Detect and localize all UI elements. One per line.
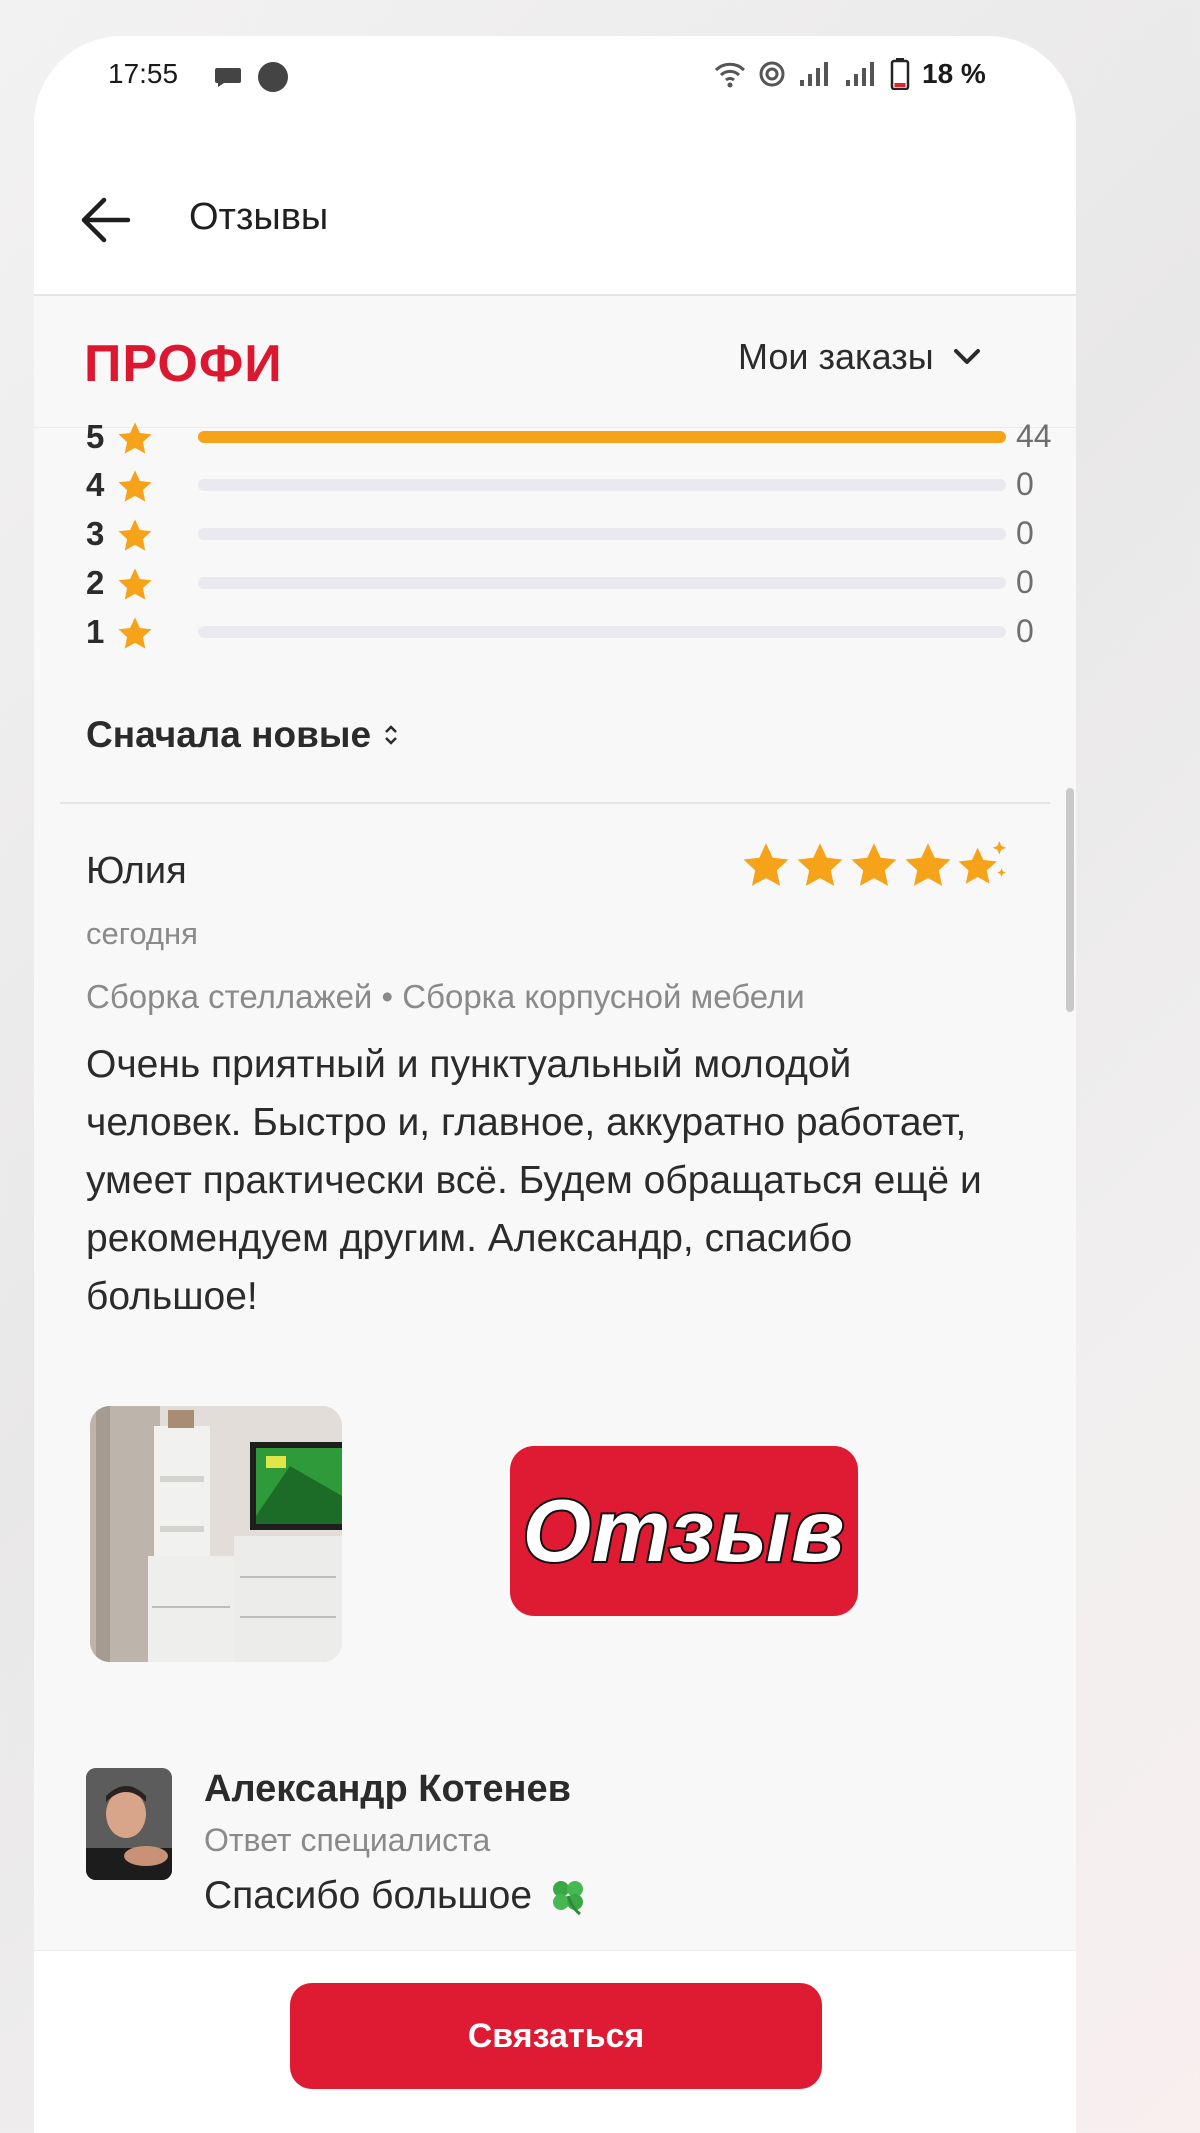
furniture-photo-image xyxy=(90,1406,342,1662)
profi-logo[interactable]: ПРОФИ xyxy=(84,334,283,394)
star-icon xyxy=(118,519,152,551)
specialist-avatar-image xyxy=(86,1768,172,1880)
rating-count: 44 xyxy=(1016,418,1052,454)
star-icon xyxy=(743,843,789,886)
app-bar: Отзывы xyxy=(34,146,1076,296)
rating-row: 1 0 xyxy=(86,613,1046,657)
review-rating xyxy=(740,840,1008,892)
rating-stars-value: 5 xyxy=(86,418,105,455)
rating-bar xyxy=(198,479,1006,491)
review-photo[interactable] xyxy=(90,1406,342,1662)
rating-distribution: 5 44 4 0 3 0 2 0 1 0 xyxy=(34,418,1076,658)
rating-count: 0 xyxy=(1016,515,1034,551)
star-icon xyxy=(797,843,843,886)
status-time: 17:55 xyxy=(108,58,179,89)
rating-bar xyxy=(198,577,1006,589)
signal-icon xyxy=(846,62,874,86)
avatar xyxy=(86,1768,172,1880)
scrollbar[interactable] xyxy=(1066,788,1074,1012)
dot-icon xyxy=(258,62,288,92)
rating-bar xyxy=(198,528,1006,540)
specialist-name: Александр Котенев xyxy=(204,1768,571,1810)
page-title: Отзывы xyxy=(189,196,329,238)
rating-row: 4 0 xyxy=(86,466,1046,510)
star-icon xyxy=(118,617,152,649)
bottom-action-bar: Связаться xyxy=(34,1950,1076,2133)
sort-arrows-icon xyxy=(385,725,397,745)
review-service-tags: Сборка стеллажей • Сборка корпусной мебе… xyxy=(86,978,805,1015)
profi-header: ПРОФИ Мои заказы xyxy=(34,298,1076,428)
rating-stars-value: 3 xyxy=(86,515,105,552)
star-icon xyxy=(905,843,951,886)
contact-button[interactable]: Связаться xyxy=(290,1983,822,2089)
review-stamp-badge: Отзыв xyxy=(510,1446,858,1616)
rating-row: 2 0 xyxy=(86,564,1046,608)
hotspot-icon xyxy=(759,61,785,87)
chevron-down-icon xyxy=(953,349,980,364)
rating-row: 3 0 xyxy=(86,515,1046,559)
rating-count: 0 xyxy=(1016,564,1034,600)
message-icon xyxy=(215,68,241,87)
rating-count: 0 xyxy=(1016,613,1034,649)
star-icon xyxy=(118,568,152,600)
phone-screen: 17:55 18 % Отзывы ПРОФИ Мои заказы 5 44 … xyxy=(34,36,1076,2133)
battery-percent: 18 % xyxy=(922,58,986,89)
sort-selector[interactable]: Сначала новые xyxy=(86,714,399,756)
rating-stars-value: 2 xyxy=(86,564,105,601)
rating-count: 0 xyxy=(1016,466,1034,502)
my-orders-dropdown[interactable]: Мои заказы xyxy=(738,336,982,378)
my-orders-label: Мои заказы xyxy=(738,336,934,377)
star-icon xyxy=(118,422,152,454)
battery-icon xyxy=(890,58,910,90)
rating-bar xyxy=(198,431,1006,443)
rating-stars-value: 4 xyxy=(86,466,105,503)
rating-bar xyxy=(198,626,1006,638)
clover-icon xyxy=(553,1881,584,1916)
specialist-role: Ответ специалиста xyxy=(204,1822,491,1858)
back-arrow-icon[interactable] xyxy=(80,196,132,244)
status-bar: 17:55 18 % xyxy=(34,36,1076,146)
star-icon xyxy=(118,470,152,502)
signal-icon xyxy=(800,62,828,86)
rating-bar-fill xyxy=(198,431,1006,443)
star-icon xyxy=(851,843,897,886)
review-author: Юлия xyxy=(86,850,187,892)
specialist-reply-text: Спасибо большое xyxy=(204,1874,533,1917)
review-stamp-text: Отзыв xyxy=(521,1479,847,1582)
review-text: Очень приятный и пунктуальный молодой че… xyxy=(86,1043,982,1318)
divider xyxy=(60,802,1050,804)
rating-row: 5 44 xyxy=(86,418,1052,462)
rating-stars-value: 1 xyxy=(86,613,105,650)
status-icons: 18 % xyxy=(714,56,986,92)
sort-label: Сначала новые xyxy=(86,714,372,755)
specialist-reply: Спасибо большое xyxy=(204,1874,590,1918)
wifi-icon xyxy=(714,62,746,88)
sparkle-star-icon xyxy=(958,841,1007,884)
review-date: сегодня xyxy=(86,916,198,951)
